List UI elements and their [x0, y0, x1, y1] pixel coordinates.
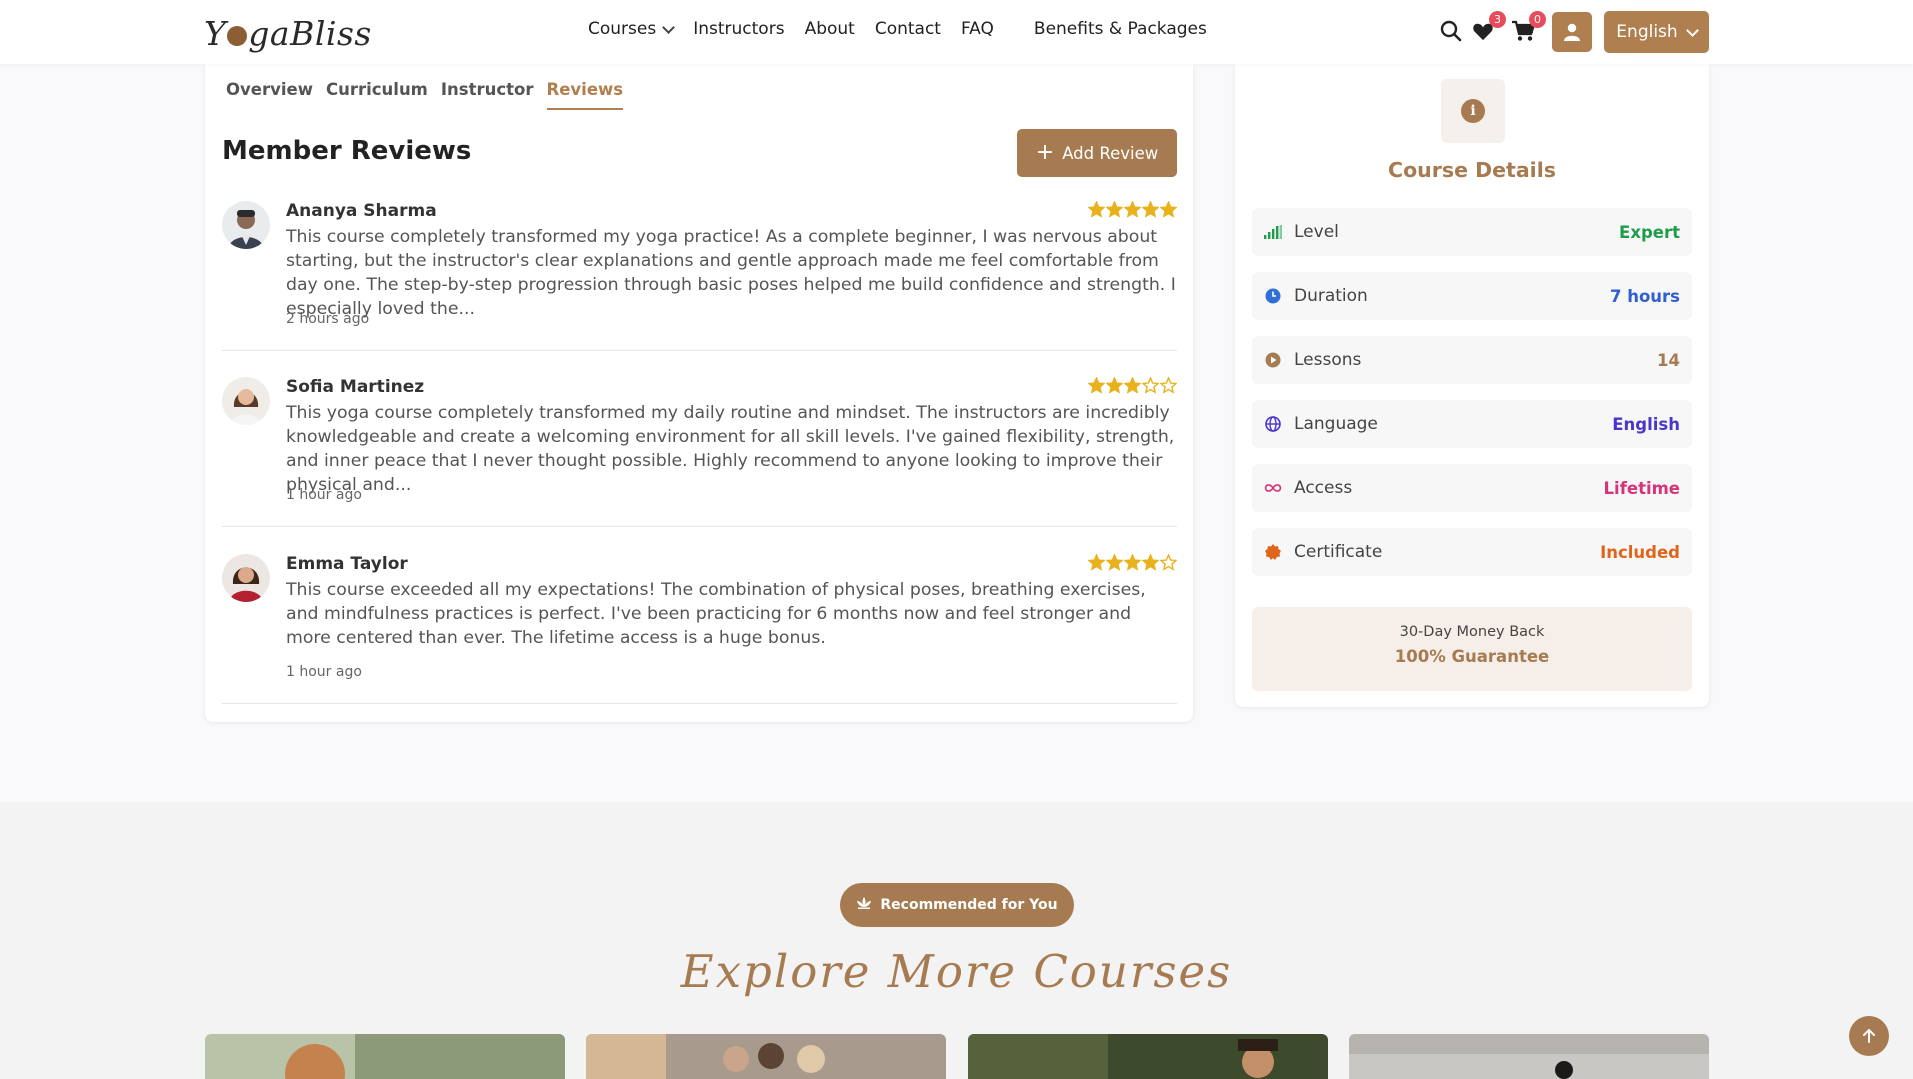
chevron-down-icon	[662, 20, 676, 34]
add-review-button[interactable]: + Add Review	[1017, 129, 1177, 177]
star-filled-icon	[1160, 201, 1177, 218]
main-nav: Courses Instructors About Contact FAQ Be…	[588, 19, 1227, 39]
detail-row-language: Language English	[1252, 400, 1692, 448]
review-item: Emma Taylor This course exceeded all my …	[222, 554, 1177, 704]
course-card-image[interactable]	[1349, 1034, 1709, 1079]
star-filled-icon	[1088, 377, 1105, 394]
cart-count-badge: 0	[1529, 11, 1546, 28]
course-card-image[interactable]	[205, 1034, 565, 1079]
review-text: This course exceeded all my expectations…	[286, 580, 1146, 648]
avatar	[222, 201, 270, 249]
search-icon	[1440, 20, 1462, 42]
detail-row-level: Level Expert	[1252, 208, 1692, 256]
logo-meditation-mark	[227, 26, 248, 46]
star-filled-icon	[1088, 554, 1105, 571]
star-filled-icon	[1106, 201, 1123, 218]
money-back-guarantee: 30-Day Money Back 100% Guarantee	[1252, 607, 1692, 691]
cart-button[interactable]: 0	[1508, 11, 1546, 46]
rating-stars	[1087, 377, 1177, 394]
avatar	[222, 377, 270, 425]
tab-reviews[interactable]: Reviews	[546, 80, 624, 110]
plus-icon: +	[1035, 140, 1055, 165]
star-filled-icon	[1142, 201, 1159, 218]
section-title: Member Reviews	[222, 136, 472, 166]
detail-value: Lifetime	[1603, 478, 1680, 498]
detail-value: English	[1612, 414, 1680, 434]
nav-benefits[interactable]: Benefits & Packages	[1034, 19, 1207, 39]
star-filled-icon	[1124, 554, 1141, 571]
reviewer-name: Emma Taylor	[286, 554, 408, 574]
info-icon: i	[1461, 99, 1485, 123]
detail-row-lessons: Lessons 14	[1252, 336, 1692, 384]
course-card-image[interactable]	[968, 1034, 1328, 1079]
star-filled-icon	[1124, 201, 1141, 218]
star-empty-icon	[1160, 377, 1177, 394]
course-details-card: i Course Details Level Expert Duration 7…	[1235, 64, 1709, 707]
review-text: This course completely transformed my yo…	[286, 227, 1176, 319]
star-filled-icon	[1142, 554, 1159, 571]
explore-section: Recommended for You Explore More Courses	[0, 802, 1913, 1079]
star-filled-icon	[1106, 554, 1123, 571]
course-details-title: Course Details	[1388, 158, 1556, 182]
detail-value: 14	[1657, 350, 1680, 370]
nav-about[interactable]: About	[805, 19, 855, 39]
wishlist-count-badge: 3	[1489, 11, 1506, 28]
nav-courses[interactable]: Courses	[588, 19, 676, 39]
globe-icon	[1264, 415, 1282, 433]
search-button[interactable]	[1436, 16, 1466, 46]
reviewer-name: Sofia Martinez	[286, 377, 425, 397]
site-header: YgaBliss Courses Instructors About Conta…	[0, 0, 1913, 64]
star-empty-icon	[1142, 377, 1159, 394]
detail-value: 7 hours	[1609, 286, 1680, 306]
explore-title: Explore More Courses	[680, 945, 1233, 998]
scroll-to-top-button[interactable]	[1849, 1016, 1889, 1056]
signal-bars-icon	[1264, 223, 1282, 241]
tab-overview[interactable]: Overview	[226, 80, 313, 110]
rating-stars	[1087, 554, 1177, 571]
nav-faq[interactable]: FAQ	[961, 19, 994, 39]
tab-instructor[interactable]: Instructor	[441, 80, 534, 110]
wishlist-button[interactable]: 3	[1468, 11, 1506, 46]
rating-stars	[1087, 201, 1177, 218]
detail-row-certificate: Certificate Included	[1252, 528, 1692, 576]
star-empty-icon	[1160, 554, 1177, 571]
reviews-card: Overview Curriculum Instructor Reviews M…	[205, 64, 1193, 722]
nav-instructors[interactable]: Instructors	[693, 19, 784, 39]
nav-contact[interactable]: Contact	[875, 19, 941, 39]
clock-icon	[1264, 287, 1282, 305]
avatar	[222, 554, 270, 602]
detail-row-duration: Duration 7 hours	[1252, 272, 1692, 320]
lotus-icon	[856, 897, 872, 913]
detail-value: Included	[1600, 542, 1680, 562]
star-filled-icon	[1124, 377, 1141, 394]
language-selector[interactable]: English	[1604, 11, 1709, 53]
review-item: Sofia Martinez This yoga course complete…	[222, 377, 1177, 527]
review-text: This yoga course completely transformed …	[286, 403, 1175, 495]
tab-curriculum[interactable]: Curriculum	[326, 80, 428, 110]
reviewer-name: Ananya Sharma	[286, 201, 437, 221]
detail-value: Expert	[1619, 222, 1680, 242]
review-item: Ananya Sharma This course completely tra…	[222, 201, 1177, 351]
chevron-down-icon	[1685, 23, 1699, 37]
star-filled-icon	[1088, 201, 1105, 218]
account-button[interactable]	[1552, 12, 1592, 52]
play-circle-icon	[1264, 351, 1282, 369]
course-card-image[interactable]	[586, 1034, 946, 1079]
certificate-icon	[1264, 543, 1282, 561]
arrow-up-icon	[1863, 1029, 1875, 1043]
review-time: 1 hour ago	[286, 487, 362, 503]
star-filled-icon	[1106, 377, 1123, 394]
course-tabs: Overview Curriculum Instructor Reviews	[226, 80, 636, 110]
info-tile: i	[1441, 79, 1505, 143]
review-time: 2 hours ago	[286, 311, 370, 327]
recommended-pill: Recommended for You	[840, 883, 1074, 927]
infinity-icon	[1264, 479, 1282, 497]
review-time: 1 hour ago	[286, 664, 362, 680]
brand-logo[interactable]: YgaBliss	[204, 12, 372, 54]
detail-row-access: Access Lifetime	[1252, 464, 1692, 512]
user-icon	[1564, 23, 1580, 41]
